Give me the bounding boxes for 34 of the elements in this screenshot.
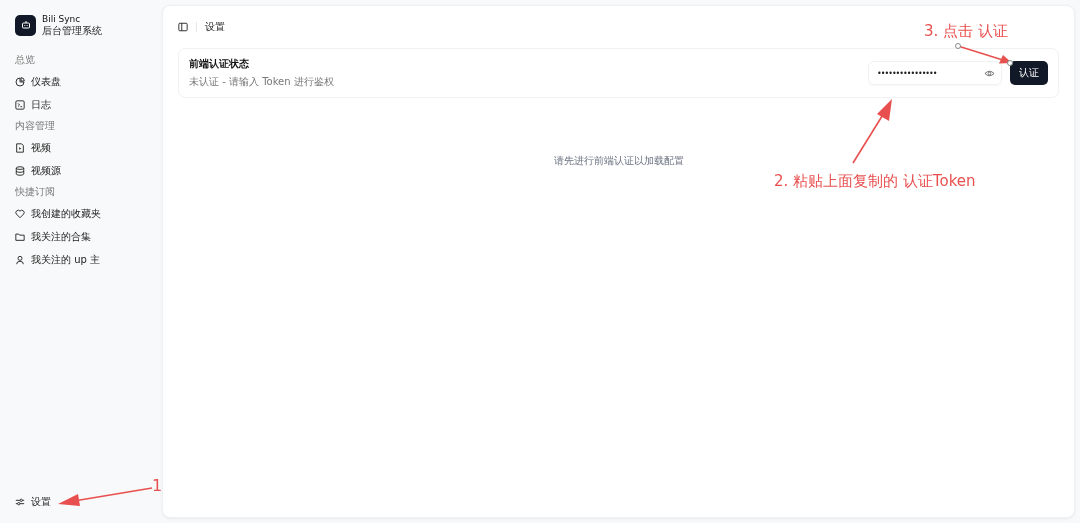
nav-item[interactable]: 视频 bbox=[31, 140, 51, 155]
user-icon bbox=[15, 254, 25, 265]
auth-status: 未认证 - 请输入 Token 进行鉴权 bbox=[189, 75, 335, 89]
nav-item[interactable]: 我关注的合集 bbox=[31, 229, 91, 244]
sidebar-toggle-icon[interactable] bbox=[178, 22, 188, 32]
video-file-icon bbox=[15, 142, 25, 153]
breadcrumb: 设置 bbox=[205, 20, 225, 34]
app-name: Bili Sync bbox=[42, 14, 82, 25]
nav-section-label: 快捷订阅 bbox=[15, 185, 56, 198]
annotation-text: 1 bbox=[152, 476, 163, 496]
nav-item[interactable]: 仪表盘 bbox=[31, 74, 61, 89]
settings-icon bbox=[15, 496, 25, 507]
nav-item[interactable]: 视频源 bbox=[31, 163, 61, 178]
pie-chart-icon bbox=[15, 76, 25, 87]
app-subtitle: 后台管理系统 bbox=[42, 25, 102, 36]
nav-item[interactable]: 日志 bbox=[31, 97, 51, 112]
nav-section-label: 总览 bbox=[15, 53, 36, 66]
annotation-text: 2. 粘贴上面复制的 认证Token bbox=[774, 172, 976, 190]
annotation-arrow bbox=[955, 43, 1013, 66]
nav-section-label: 内容管理 bbox=[15, 119, 56, 132]
heart-icon bbox=[15, 208, 25, 219]
robot-logo-icon bbox=[15, 14, 36, 36]
database-icon bbox=[15, 165, 25, 176]
card-title: 前端认证状态 bbox=[189, 57, 250, 71]
folder-icon bbox=[15, 231, 25, 242]
auth-button[interactable]: 认证 bbox=[1010, 61, 1048, 85]
annotation-text: 3. 点击 认证 bbox=[924, 22, 1008, 40]
nav-item[interactable]: 我创建的收藏夹 bbox=[31, 206, 101, 221]
terminal-icon bbox=[15, 99, 25, 110]
annotation-arrow bbox=[852, 99, 892, 164]
empty-message: 请先进行前端认证以加载配置 bbox=[553, 154, 684, 168]
settings-nav-item[interactable]: 设置 bbox=[31, 494, 51, 509]
nav-item[interactable]: 我关注的 up 主 bbox=[31, 252, 101, 267]
token-field[interactable]: •••••••••••••••• bbox=[868, 61, 1002, 85]
